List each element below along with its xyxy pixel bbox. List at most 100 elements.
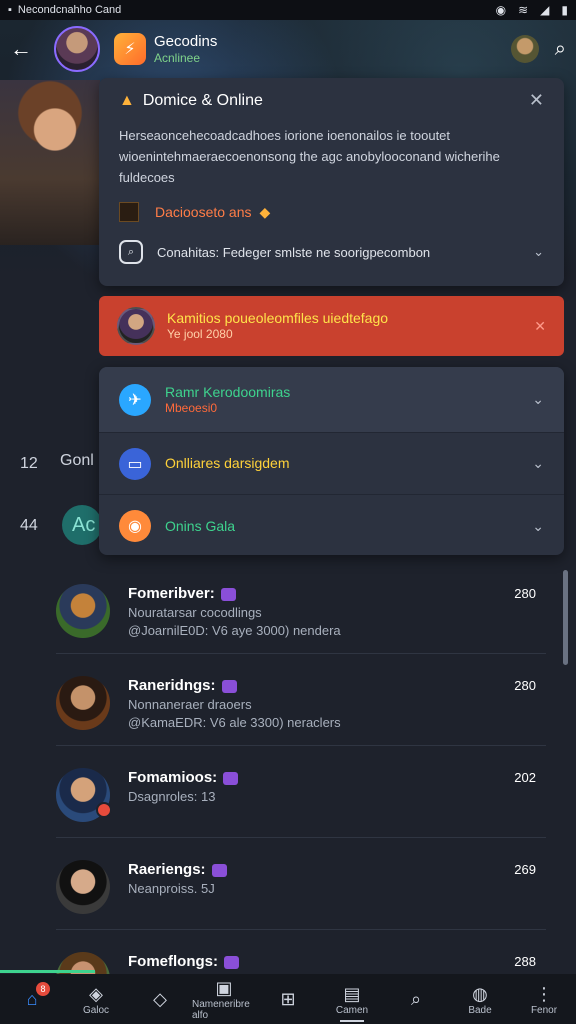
nav-label: Bade	[468, 1004, 492, 1016]
chevron-down-icon: ⌄	[532, 517, 544, 534]
friend-status: Dsagnroles: 13	[128, 789, 216, 805]
option-item[interactable]: ✈ Ramr Kerodoomiras Mbeoesi0 ⌄	[99, 367, 564, 433]
nav-item-6[interactable]: ⌕	[384, 974, 448, 1024]
nav-item-5[interactable]: ▤ Camen	[320, 974, 384, 1024]
nav-item-2[interactable]: ◇	[128, 974, 192, 1024]
warning-thumbnail	[119, 202, 139, 222]
nav-item-7[interactable]: ◍ Bade	[448, 974, 512, 1024]
close-icon[interactable]: ✕	[529, 90, 544, 111]
friend-name: Fomamioos:	[128, 768, 546, 788]
nav-item-1[interactable]: ◈ Galoc	[64, 974, 128, 1024]
bottom-navigation: ⌂ 8 ◈ Galoc ◇ ▣ Nameneribre alfo ⊞ ▤ Camen ⌕ ◍ Bade ⋮…	[0, 974, 576, 1024]
nav-label: Galoc	[82, 1004, 110, 1016]
feed-body: Raneridngs: Nonnaneraer draoers @KamaEDR: …	[128, 676, 546, 731]
friend-name: Fomeribver:	[128, 584, 546, 604]
option-title-1: Onlliares darsigdem	[165, 455, 290, 472]
chevron-down-icon: ⌄	[532, 455, 544, 471]
nav-item-4[interactable]: ⊞	[256, 974, 320, 1024]
feed-body: Raeriengs: Neanproiss. 5J	[128, 860, 546, 898]
feed-time: 269	[514, 862, 536, 877]
nav-icon: ⋮	[535, 983, 553, 1004]
nav-icon: ⊞	[280, 989, 296, 1009]
battery-icon: ▮	[561, 3, 568, 17]
nav-label: Fenor	[530, 1004, 558, 1016]
option-text: Onins Gala	[165, 517, 235, 535]
link-icon: ⌕	[119, 240, 143, 264]
nav-icon: ◇	[153, 989, 167, 1009]
nav-indicator	[340, 1020, 364, 1022]
wifi-icon: ≋	[518, 3, 529, 17]
status-icons: ◉ ≋ ◢ ▮	[496, 3, 568, 17]
popup-description: Herseaoncehecoadcadhoes iorione ioenonai…	[119, 128, 500, 185]
friend-status: Neanproiss. 5J	[128, 881, 215, 897]
location-icon: ◉	[495, 3, 507, 17]
active-tab-highlight	[0, 970, 95, 973]
popup-header: ▲ Domice & Online ✕	[119, 90, 544, 111]
hero-character-art	[0, 80, 100, 245]
close-icon[interactable]: ✕	[534, 318, 546, 335]
app-bar: ← ⚡ Gecodins Acnlinee ⌕	[0, 20, 576, 78]
tag-icon	[224, 955, 239, 969]
popup-warning: Daciooseto ans ◆	[119, 202, 544, 222]
feed-time: 202	[514, 770, 536, 785]
friend-avatar[interactable]	[56, 768, 112, 822]
fire-icon: ◆	[259, 203, 271, 220]
nav-item-8[interactable]: ⋮ Fenor	[512, 974, 576, 1024]
app-title-block: Gecodins Acnlinee	[154, 33, 217, 65]
option-text: Ramr Kerodoomiras Mbeoesi0	[165, 383, 290, 417]
nav-item-3[interactable]: ▣ Nameneribre alfo	[192, 974, 256, 1024]
chevron-down-icon: ⌄	[532, 391, 544, 407]
profile-avatar[interactable]	[54, 26, 100, 72]
friend-avatar[interactable]	[510, 35, 539, 63]
search-icon[interactable]: ⌕	[555, 38, 566, 61]
friend-avatar[interactable]	[56, 860, 110, 914]
nav-label: Nameneribre alfo	[192, 999, 250, 1021]
notification-badge	[96, 802, 112, 818]
friend-avatar[interactable]	[56, 676, 110, 730]
feed-item[interactable]: Raneridngs: Nonnaneraer draoers @KamaEDR: …	[56, 654, 546, 746]
nav-icon: ◈	[89, 983, 103, 1004]
scrollbar[interactable]	[563, 570, 568, 665]
status-popup: ▲ Domice & Online ✕ Herseaoncehecoadcadh…	[99, 78, 564, 286]
side-label: Gonl	[60, 452, 94, 469]
chevron-down-icon: ⌄	[533, 244, 544, 259]
friends-feed: Fomeribver: Nouratarsar cocodlings @Joarni…	[56, 562, 546, 1022]
app-bar-actions: ⌕	[510, 35, 566, 63]
friend-status: Nonnaneraer draoers	[128, 697, 252, 713]
app-indicator-icon: ▪	[8, 4, 12, 16]
tag-icon	[221, 679, 237, 693]
option-icon-2: ◉	[119, 510, 151, 542]
feed-time: 280	[514, 678, 536, 693]
feed-item[interactable]: Fomamioos: Dsagnroles: 13 202	[56, 746, 546, 838]
feed-item[interactable]: Fomeribver: Nouratarsar cocodlings @Joarni…	[56, 562, 546, 654]
connect-row[interactable]: ⌕ Conahitas: Fedeger smlste ne soorigpec…	[119, 240, 544, 264]
nav-label: Camen	[335, 1004, 369, 1016]
warning-text: Daciooseto ans	[155, 204, 252, 220]
friend-activity: @JoarnilE0D: V6 aye 3000) nendera	[128, 622, 341, 638]
option-item[interactable]: ▭ Onlliares darsigdem ⌄	[99, 433, 564, 495]
feed-item[interactable]: Raeriengs: Neanproiss. 5J 269	[56, 838, 546, 930]
side-number-2: 44	[20, 517, 38, 534]
option-title-0: Ramr Kerodoomiras	[165, 383, 291, 400]
nav-item-0[interactable]: ⌂ 8	[0, 974, 64, 1024]
alert-banner[interactable]: Kamitios poueoleomfiles uiedtefago Ye jo…	[99, 296, 564, 356]
option-subtitle-0: Mbeoesi0	[165, 400, 218, 415]
friend-name: Raneridngs:	[128, 676, 546, 696]
feed-time: 288	[514, 954, 536, 969]
options-panel: ✈ Ramr Kerodoomiras Mbeoesi0 ⌄ ▭ Onlliar…	[99, 367, 564, 555]
nav-icon: ▣	[215, 978, 233, 998]
nav-icon: ▤	[343, 983, 361, 1004]
app-logo-icon: ⚡	[114, 33, 146, 65]
tag-icon	[223, 771, 239, 785]
connect-row-label: Conahitas: Fedeger smlste ne soorigpecom…	[157, 244, 431, 260]
feed-time: 280	[514, 586, 536, 601]
option-item[interactable]: ◉ Onins Gala ⌄	[99, 495, 564, 555]
back-arrow-icon[interactable]: ←	[10, 36, 40, 62]
banner-subtitle: Ye jool 2080	[167, 327, 233, 342]
friend-name: Fomeflongs:	[128, 952, 546, 972]
option-icon-0: ✈	[119, 383, 151, 416]
app-subtitle: Acnlinee	[154, 50, 201, 65]
status-title: Necondcnahho Cand	[17, 4, 122, 16]
tag-icon	[220, 587, 236, 601]
friend-avatar[interactable]	[56, 584, 110, 638]
